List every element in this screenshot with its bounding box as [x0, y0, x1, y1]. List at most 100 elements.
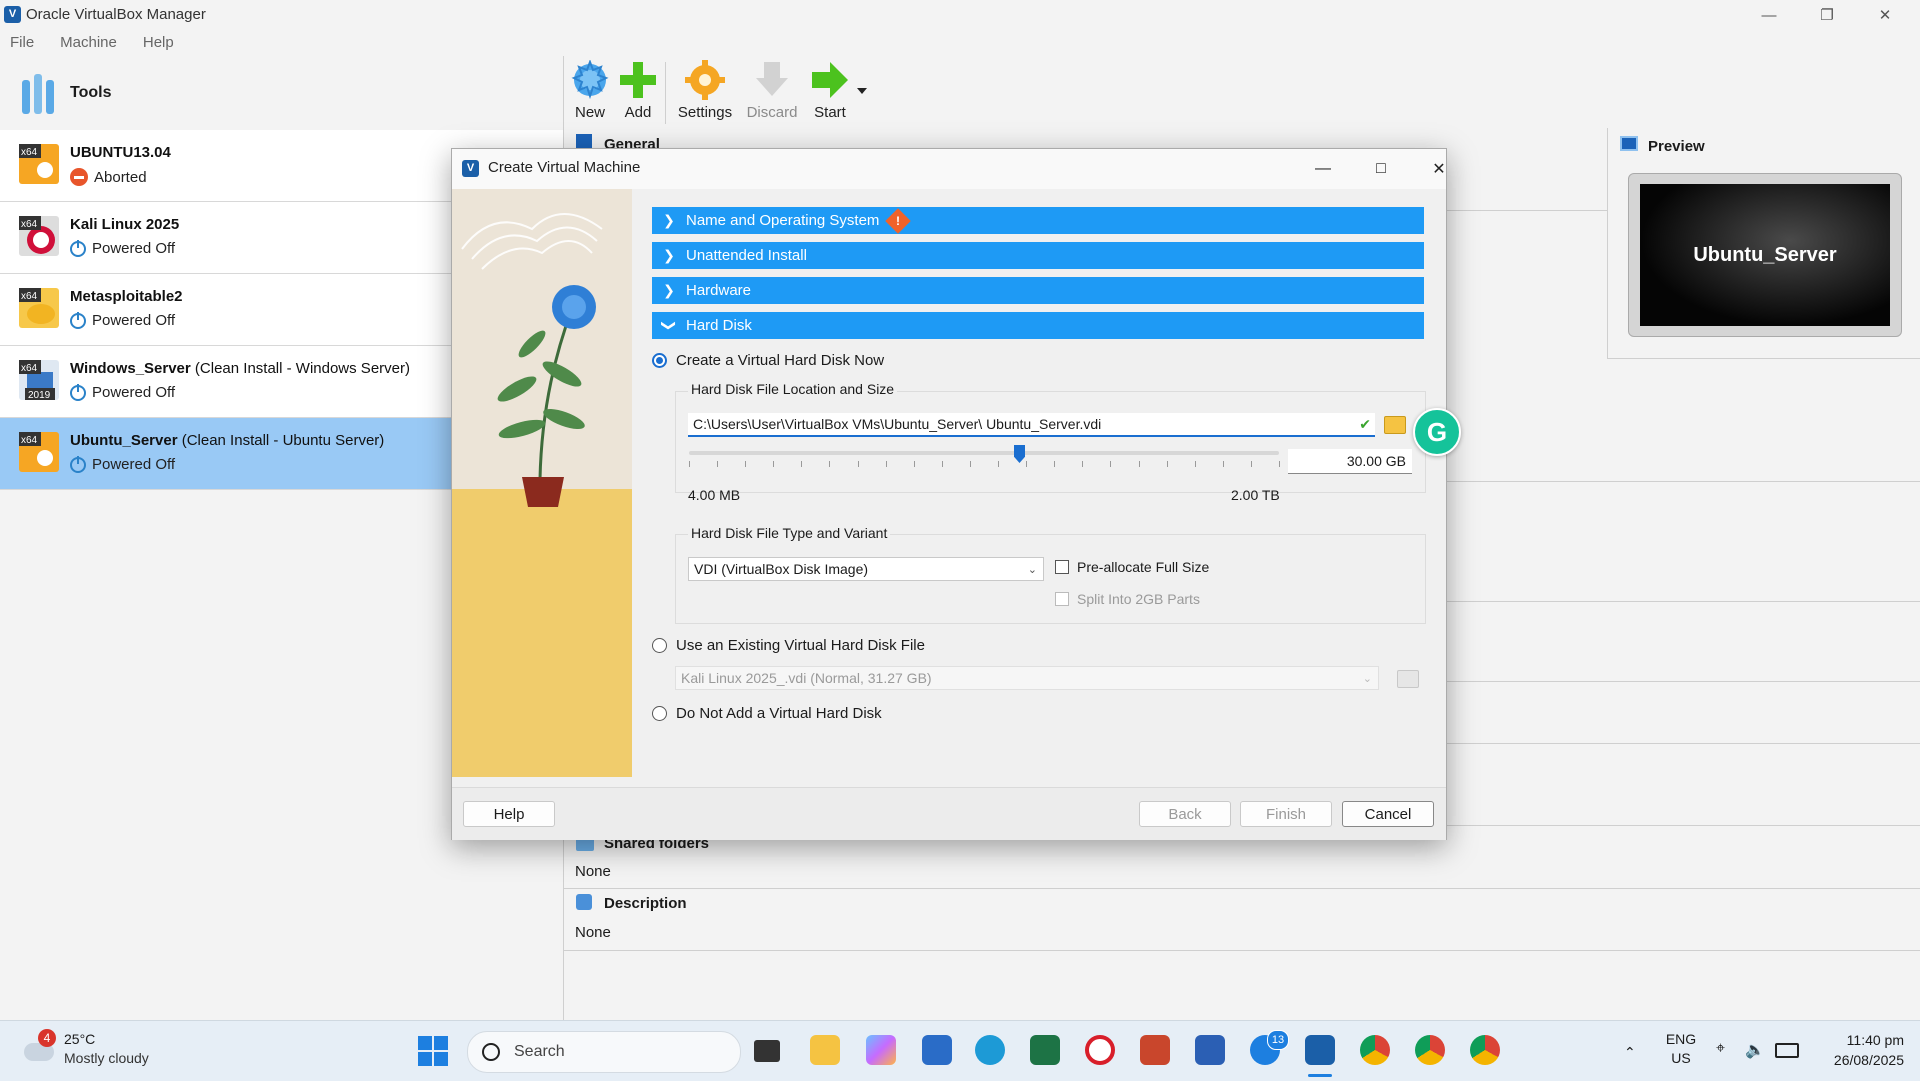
dialog-maximize-button[interactable]: □	[1356, 154, 1406, 184]
size-input[interactable]: 30.00 GB	[1288, 449, 1412, 474]
weather-badge: 4	[38, 1029, 56, 1047]
finish-button[interactable]: Finish	[1240, 801, 1332, 827]
restore-button[interactable]: ❐	[1798, 0, 1856, 30]
search-placeholder: Search	[514, 1043, 565, 1060]
dialog-minimize-button[interactable]: —	[1298, 154, 1348, 184]
settings-button[interactable]: Settings	[675, 60, 735, 126]
chrome-profile-2-icon[interactable]	[1470, 1035, 1500, 1065]
existing-browse-icon[interactable]	[1397, 670, 1419, 688]
slider-tick	[886, 461, 887, 467]
vm-name: UBUNTU13.04	[70, 144, 171, 161]
opera-icon[interactable]	[1085, 1035, 1115, 1065]
word-icon[interactable]	[1195, 1035, 1225, 1065]
vm-name: Ubuntu_Server	[70, 432, 178, 449]
store-icon[interactable]	[922, 1035, 952, 1065]
menu-file[interactable]: File	[10, 30, 34, 56]
grammarly-icon[interactable]: G	[1413, 408, 1461, 456]
vm-state: Powered Off	[92, 240, 176, 257]
virtualbox-taskbar-icon[interactable]	[1305, 1035, 1335, 1065]
disk-type-select[interactable]: VDI (VirtualBox Disk Image) ⌄	[688, 557, 1044, 581]
size-slider[interactable]	[689, 445, 1280, 469]
slider-tick	[1110, 461, 1111, 467]
file-path-field[interactable]: C:\Users\User\VirtualBox VMs\Ubuntu_Serv…	[688, 413, 1375, 437]
powerpoint-icon[interactable]	[1140, 1035, 1170, 1065]
copilot-icon[interactable]	[866, 1035, 896, 1065]
excel-icon[interactable]	[1030, 1035, 1060, 1065]
edge-icon[interactable]	[975, 1035, 1005, 1065]
weather-widget[interactable]: 4 25°C Mostly cloudy	[20, 1029, 170, 1073]
window-titlebar: V Oracle VirtualBox Manager — ❐ ✕	[0, 0, 1920, 30]
discard-label: Discard	[746, 104, 798, 121]
size-max-label: 2.00 TB	[1231, 487, 1280, 503]
back-button[interactable]: Back	[1139, 801, 1231, 827]
weather-temp: 25°C	[64, 1031, 96, 1047]
split-checkbox[interactable]	[1055, 592, 1069, 606]
general-icon	[576, 134, 592, 148]
chevron-right-icon: ❯	[663, 212, 675, 228]
create-disk-radio[interactable]	[652, 353, 667, 368]
add-button[interactable]: Add	[608, 60, 668, 126]
new-label: New	[574, 104, 605, 121]
size-min-label: 4.00 MB	[688, 487, 741, 503]
section-hard-disk[interactable]: ❯ Hard Disk	[652, 312, 1424, 339]
chrome-icon[interactable]	[1360, 1035, 1390, 1065]
preallocate-checkbox[interactable]	[1055, 560, 1069, 574]
existing-disk-select[interactable]: Kali Linux 2025_.vdi (Normal, 31.27 GB) …	[675, 666, 1379, 690]
preview-screen: Ubuntu_Server	[1628, 173, 1902, 337]
file-explorer-icon[interactable]	[810, 1035, 840, 1065]
powered-off-icon	[70, 311, 86, 329]
cancel-button[interactable]: Cancel	[1342, 801, 1434, 827]
section-hardware[interactable]: ❯ Hardware	[652, 277, 1424, 304]
discard-button[interactable]: Discard	[742, 60, 802, 126]
messenger-badge: 13	[1267, 1030, 1289, 1050]
slider-tick	[942, 461, 943, 467]
battery-icon[interactable]	[1775, 1043, 1799, 1058]
chrome-profile-icon[interactable]	[1415, 1035, 1445, 1065]
svg-text:x64: x64	[21, 435, 38, 446]
slider-tick	[773, 461, 774, 467]
weather-desc: Mostly cloudy	[64, 1050, 149, 1066]
minimize-button[interactable]: —	[1740, 0, 1798, 30]
section-unattended[interactable]: ❯ Unattended Install	[652, 242, 1424, 269]
powered-off-icon	[70, 455, 86, 473]
vm-state: Aborted	[94, 168, 147, 186]
volume-icon[interactable]: 🔈	[1745, 1040, 1765, 1060]
no-disk-radio[interactable]	[652, 706, 667, 721]
use-existing-radio[interactable]	[652, 638, 667, 653]
ubuntu-os-icon: x64	[19, 432, 59, 472]
no-disk-label: Do Not Add a Virtual Hard Disk	[676, 705, 882, 722]
search-icon	[482, 1043, 500, 1061]
taskbar-search[interactable]: Search	[467, 1031, 741, 1073]
language-indicator[interactable]: ENG US	[1664, 1030, 1698, 1068]
close-button[interactable]: ✕	[1856, 0, 1914, 30]
menubar: File Machine Help	[0, 30, 1920, 56]
menu-machine[interactable]: Machine	[60, 30, 117, 56]
menu-help[interactable]: Help	[143, 30, 174, 56]
start-menu-icon[interactable]	[418, 1036, 448, 1066]
start-dropdown-icon[interactable]	[857, 88, 867, 94]
add-icon	[620, 62, 656, 98]
toolbar-separator	[665, 62, 666, 124]
tools-row[interactable]: Tools	[0, 60, 563, 131]
chevron-right-icon: ❯	[663, 282, 675, 298]
type-group-title: Hard Disk File Type and Variant	[688, 525, 891, 541]
description-heading: Description	[604, 895, 687, 912]
start-button[interactable]: Start	[800, 60, 860, 126]
help-button[interactable]: Help	[463, 801, 555, 827]
clock[interactable]: 11:40 pm 26/08/2025	[1808, 1030, 1904, 1070]
clock-time: 11:40 pm	[1846, 1032, 1904, 1048]
task-view-icon[interactable]	[754, 1040, 780, 1062]
folder-browse-icon[interactable]	[1384, 416, 1406, 434]
section-name-os[interactable]: ❯ Name and Operating System !	[652, 207, 1424, 234]
dialog-close-button[interactable]: ✕	[1414, 154, 1464, 184]
slider-tick	[998, 461, 999, 467]
slider-tick	[1167, 461, 1168, 467]
description-value: None	[575, 924, 611, 941]
settings-label: Settings	[677, 104, 733, 121]
chevron-up-icon[interactable]: ⌃	[1624, 1044, 1636, 1061]
section-name-os-label: Name and Operating System	[686, 212, 880, 229]
windows-server-os-icon: x64 2019	[19, 360, 59, 401]
section-hardware-label: Hardware	[686, 282, 752, 299]
chevron-right-icon: ❯	[663, 247, 675, 263]
wifi-icon[interactable]: ⌖	[1716, 1040, 1725, 1058]
